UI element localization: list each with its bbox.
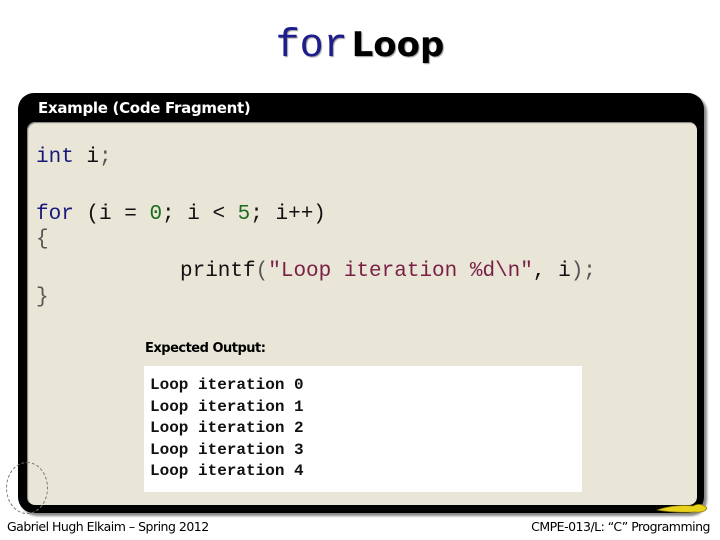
output-line: Loop iteration 1 xyxy=(150,397,304,416)
code-token-five: 5 xyxy=(237,203,251,226)
code-token-args: , i xyxy=(532,260,571,283)
code-line-2: for (i = 0; i < 5; i++) xyxy=(36,203,326,227)
title-keyword: for xyxy=(275,24,348,69)
code-token-close: ); xyxy=(570,260,596,283)
expected-output-label: Expected Output: xyxy=(145,341,266,356)
output-line: Loop iteration 2 xyxy=(150,419,304,438)
code-token-zero: 0 xyxy=(149,203,163,226)
example-header: Example (Code Fragment) xyxy=(38,99,251,117)
example-frame: Example (Code Fragment) int i; for (i = … xyxy=(18,93,704,513)
code-token-ident: i xyxy=(73,146,100,169)
code-line-4: printf("Loop iteration %d\n", i); xyxy=(180,260,596,284)
code-token-printf: printf xyxy=(180,260,256,283)
code-token-mid: ; i < xyxy=(162,203,238,226)
output-line: Loop iteration 0 xyxy=(150,376,304,394)
code-line-5: } xyxy=(36,286,49,309)
footer-author: Gabriel Hugh Elkaim – Spring 2012 xyxy=(7,519,209,534)
footer-course: CMPE-013/L: “C” Programming xyxy=(531,519,710,534)
university-seal-icon xyxy=(6,462,48,514)
code-token-semicolon: ; xyxy=(99,146,112,169)
title-word: Loop xyxy=(351,25,445,65)
code-panel: int i; for (i = 0; i < 5; i++) { printf(… xyxy=(27,122,697,505)
code-line-1: int i; xyxy=(36,146,112,170)
output-line: Loop iteration 3 xyxy=(150,440,304,459)
output-line: Loop iteration 4 xyxy=(150,462,304,481)
code-token-for: for xyxy=(36,203,74,226)
code-line-3: { xyxy=(36,228,49,251)
code-token-string: "Loop iteration %d\n" xyxy=(268,260,533,283)
code-token-type: int xyxy=(36,146,74,169)
code-token-open: (i = xyxy=(73,203,150,226)
banana-slug-icon xyxy=(656,504,708,513)
expected-output-box: Loop iteration 0 Loop iteration 1 Loop i… xyxy=(144,366,582,492)
code-token-end: ; i++) xyxy=(250,203,326,226)
slide-title: for Loop xyxy=(0,20,720,69)
code-token-paren: ( xyxy=(255,260,269,283)
